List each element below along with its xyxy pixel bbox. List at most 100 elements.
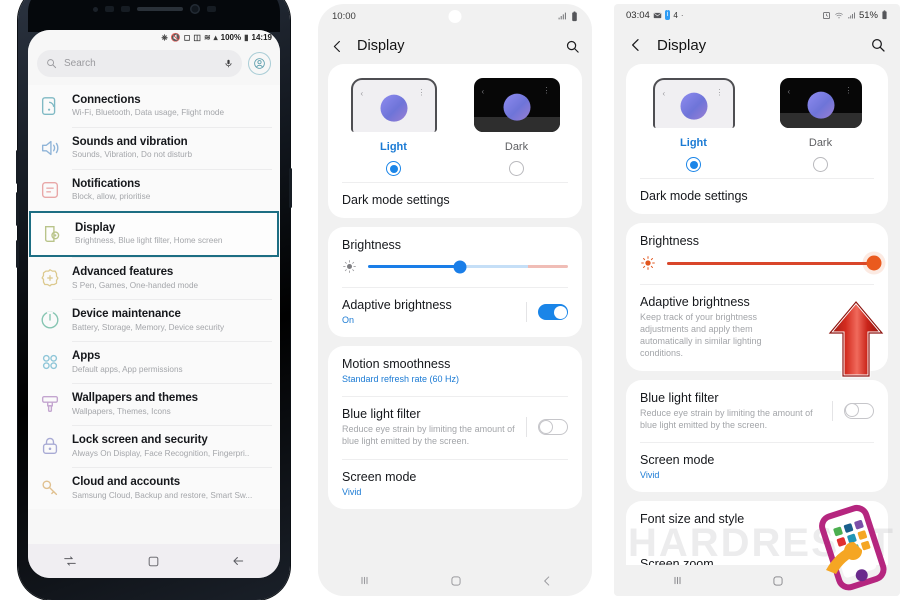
recents-icon[interactable] [63,554,77,568]
phone-screen: ⎈ 🔇 ◻ ◫ ≋ ▴ 100% ▮ 14:19 Search Connecti… [28,30,280,578]
item-title: Cloud and accounts [72,476,181,489]
sidebar-item-sounds-and-vibration[interactable]: Sounds and vibration Sounds, Vibration, … [28,127,280,169]
brightness-slider-knob[interactable] [453,260,467,273]
row-title: Motion smoothness [342,357,451,372]
search-icon[interactable] [565,39,580,54]
theme-option-dark[interactable]: ‹ ⋮ Dark [455,78,578,176]
theme-mode-card: ‹ ⋮ Light ‹ ⋮ Dark Dark mode settings [328,64,582,218]
dnd-icon: ◻ [183,32,191,42]
sidebar-item-display[interactable]: Display Brightness, Blue light filter, H… [29,211,279,258]
dark-mode-settings-row[interactable]: Dark mode settings [626,178,888,214]
advanced-icon [41,269,59,287]
theme-option-dark[interactable]: ‹ ⋮ Dark [757,78,884,172]
radio-dark[interactable] [509,161,524,176]
screen-mode-row[interactable]: Screen mode Vivid [328,458,582,509]
recents-icon[interactable] [670,573,685,588]
item-subtitle: Always On Display, Face Recognition, Fin… [72,448,250,458]
theme-option-light[interactable]: ‹ ⋮ Light [332,78,455,176]
maintenance-icon [41,311,59,329]
volume-down-button[interactable] [16,192,19,226]
blue-light-filter-row[interactable]: Blue light filter Reduce eye strain by l… [328,396,582,458]
notification-count: 4 [673,10,678,20]
back-icon[interactable] [231,554,245,568]
radio-light[interactable] [386,161,401,176]
signal-icon [558,12,566,20]
sidebar-item-connections[interactable]: Connections Wi-Fi, Bluetooth, Data usage… [28,85,280,127]
sidebar-item-notifications[interactable]: Notifications Block, allow, prioritise [28,169,280,211]
recents-icon[interactable] [357,573,372,588]
back-chevron-icon[interactable] [330,39,345,54]
sidebar-item-cloud-and-accounts[interactable]: Cloud and accounts Samsung Cloud, Backup… [28,467,280,509]
row-subtitle: On [342,315,355,325]
row-subtitle: Reduce eye strain by limiting the amount… [640,407,813,430]
item-title: Sounds and vibration [72,136,188,149]
punch-hole-camera-icon [448,10,462,23]
item-title: Display [75,222,116,235]
signal-icon: ▴ [213,32,218,42]
page-title: Display [357,38,405,54]
screen-mode-row[interactable]: Screen mode Vivid [626,441,888,492]
home-icon[interactable] [771,574,785,588]
row-subtitle: Reduce eye strain by limiting the amount… [342,424,515,447]
bluetooth-icon: ⎈ [161,32,168,42]
alarm-icon [823,11,830,19]
sidebar-item-device-maintenance[interactable]: Device maintenance Battery, Storage, Mem… [28,299,280,341]
theme-option-light[interactable]: ‹ ⋮ Light [630,78,757,172]
search-icon [47,59,57,69]
motion-smoothness-row[interactable]: Motion smoothness Standard refresh rate … [328,346,582,396]
item-subtitle: Samsung Cloud, Backup and restore, Smart… [72,490,253,500]
power-button[interactable] [289,168,292,208]
search-area: Search [28,45,280,85]
bixby-button[interactable] [16,240,19,268]
brightness-slider-row[interactable] [626,251,888,284]
status-time: 03:04 [626,9,650,21]
volume-up-button[interactable] [16,150,19,184]
display-options-card: Blue light filter Reduce eye strain by l… [626,379,888,492]
theme-mode-selector: ‹ ⋮ Light ‹ ⋮ Dark [626,64,888,178]
row-subtitle: Standard refresh rate (60 Hz) [342,374,460,385]
sidebar-item-lock-screen-and-security[interactable]: Lock screen and security Always On Displ… [28,425,280,467]
vpn-icon: ≋ [203,32,211,42]
sidebar-item-apps[interactable]: Apps Default apps, App permissions [28,341,280,383]
brightness-slider-row[interactable] [328,255,582,287]
light-theme-preview: ‹ ⋮ [350,78,437,132]
dark-mode-settings-row[interactable]: Dark mode settings [328,182,582,218]
preview-back-chevron-icon: ‹ [662,89,666,98]
account-button[interactable] [248,52,271,75]
search-input[interactable]: Search [37,50,242,77]
radio-light[interactable] [686,157,701,172]
home-icon[interactable] [449,574,463,588]
battery-icon: ▮ [244,32,249,42]
divider [526,417,527,438]
blue-light-filter-toggle[interactable] [538,419,568,436]
blue-light-filter-toggle[interactable] [844,402,874,419]
theme-label-light: Light [380,141,407,153]
back-icon[interactable] [540,574,554,588]
radio-dark[interactable] [813,157,828,172]
battery-icon [572,10,577,21]
status-bar: 10:00 [318,4,592,28]
item-subtitle: Wallpapers, Themes, Icons [72,406,171,416]
back-chevron-icon[interactable] [628,37,644,53]
brightness-slider-track[interactable] [368,260,568,273]
search-icon[interactable] [870,37,886,53]
brightness-slider-track[interactable] [667,255,882,271]
adaptive-brightness-row[interactable]: Adaptive brightness On [328,287,582,337]
sidebar-item-wallpapers-and-themes[interactable]: Wallpapers and themes Wallpapers, Themes… [28,383,280,425]
dark-theme-preview: ‹ ⋮ [779,78,862,128]
navigation-bar [28,544,280,578]
light-sensor-icon [120,6,130,12]
microphone-icon[interactable] [224,57,233,70]
home-icon[interactable] [147,555,160,568]
battery-icon [882,10,887,20]
phone-earpiece-area [28,0,280,32]
blue-light-filter-row[interactable]: Blue light filter Reduce eye strain by l… [626,380,888,442]
row-title: Blue light filter [342,407,421,422]
adaptive-brightness-toggle[interactable] [538,304,568,321]
item-title: Advanced features [72,266,174,279]
theme-label-light: Light [680,137,707,149]
row-title: Dark mode settings [640,189,748,203]
sidebar-item-advanced-features[interactable]: Advanced features S Pen, Games, One-hand… [28,257,280,299]
brightness-slider-knob[interactable] [866,255,882,271]
row-title: Brightness [342,238,402,252]
